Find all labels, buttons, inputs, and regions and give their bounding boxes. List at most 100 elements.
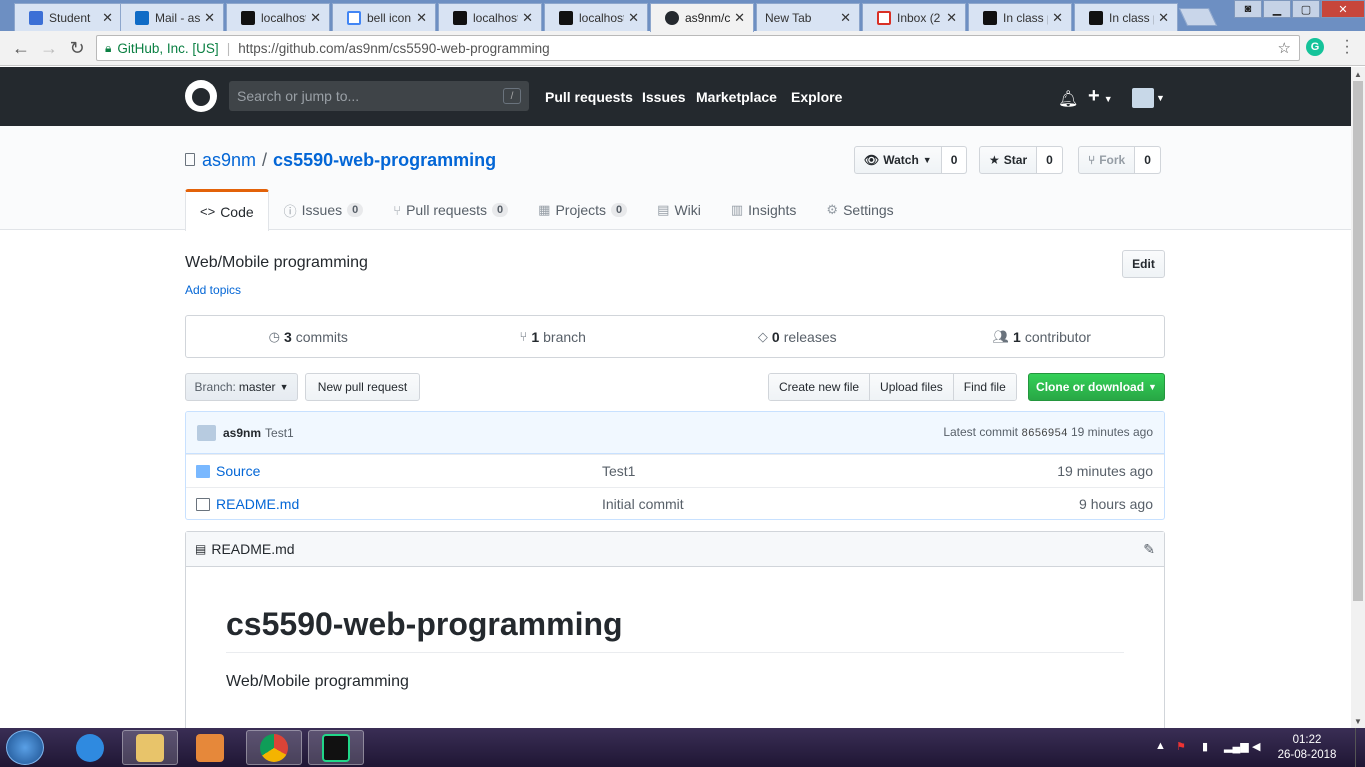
page-scrollbar[interactable]: ▲ ▼ (1351, 67, 1365, 728)
tab-projects[interactable]: ▦ Projects 0 (523, 189, 642, 230)
taskbar-webstorm[interactable] (308, 730, 364, 765)
commits-link[interactable]: ◷ 3 commits (186, 316, 431, 357)
branch-select-button[interactable]: Branch: master ▼ (185, 373, 298, 401)
taskbar-media-player[interactable] (182, 730, 238, 765)
browser-tab[interactable]: localhost ✕ (544, 3, 648, 31)
fork-count[interactable]: 0 (1135, 147, 1160, 173)
close-tab-icon[interactable]: ✕ (1052, 10, 1063, 26)
edit-description-button[interactable]: Edit (1122, 250, 1165, 278)
tab-wiki[interactable]: ▤ Wiki (642, 189, 716, 230)
address-bar[interactable]: 🔒︎ GitHub, Inc. [US] | https://github.co… (96, 35, 1300, 61)
commit-message[interactable]: Test1 (265, 426, 294, 440)
releases-link[interactable]: ◇ 0 releases (675, 316, 920, 357)
close-tab-icon[interactable]: ✕ (628, 10, 639, 26)
close-tab-icon[interactable]: ✕ (204, 10, 215, 26)
branches-link[interactable]: ⑂ 1 branch (431, 316, 676, 357)
search-input[interactable]: Search or jump to... / (229, 81, 529, 111)
nav-marketplace[interactable]: Marketplace (696, 89, 777, 105)
close-tab-icon[interactable]: ✕ (310, 10, 321, 26)
browser-tab[interactable]: New Tab ✕ (756, 3, 860, 31)
system-clock[interactable]: 01:22 26-08-2018 (1275, 733, 1339, 763)
close-tab-icon[interactable]: ✕ (946, 10, 957, 26)
close-window-button[interactable]: ✕ (1321, 0, 1365, 18)
tab-pull-requests[interactable]: ⑂ Pull requests 0 (378, 189, 523, 230)
commit-sha[interactable]: 8656954 (1021, 428, 1067, 440)
nav-explore[interactable]: Explore (791, 89, 842, 105)
network-warning-icon[interactable]: ⚑ (1176, 740, 1186, 753)
file-name-link[interactable]: README.md (216, 496, 299, 512)
star-count[interactable]: 0 (1037, 147, 1062, 173)
browser-tab[interactable]: Student ✕ (14, 3, 122, 31)
close-tab-icon[interactable]: ✕ (416, 10, 427, 26)
minimize-button[interactable]: ▁ (1263, 0, 1291, 18)
file-name-link[interactable]: Source (216, 463, 260, 479)
create-new-menu[interactable]: + ▼ (1088, 85, 1113, 108)
file-commit-message[interactable]: Initial commit (602, 496, 684, 512)
grammarly-extension-icon[interactable]: G (1306, 38, 1324, 56)
new-tab-button[interactable] (1178, 8, 1218, 26)
chrome-menu-icon[interactable]: · · · (1342, 33, 1352, 61)
show-desktop-button[interactable] (1355, 728, 1365, 767)
taskbar-chrome[interactable] (246, 730, 302, 765)
github-logo-icon[interactable] (185, 80, 217, 112)
fork-button[interactable]: ⑂ Fork (1079, 147, 1136, 173)
browser-tab[interactable]: Inbox (2 ✕ (862, 3, 966, 31)
close-tab-icon[interactable]: ✕ (1158, 10, 1169, 26)
find-file-button[interactable]: Find file (953, 374, 1016, 400)
watch-button[interactable]: 👁︎ Watch ▼ (855, 147, 942, 173)
reload-button[interactable]: ↻ (65, 37, 89, 59)
author-avatar[interactable] (197, 424, 216, 441)
volume-icon[interactable]: ◀ (1252, 740, 1260, 753)
show-hidden-icons[interactable]: ▲ (1155, 740, 1166, 752)
tab-code[interactable]: <> Code (185, 189, 269, 231)
file-commit-message[interactable]: Test1 (602, 463, 635, 479)
start-button[interactable] (6, 730, 44, 765)
browser-tab[interactable]: Mail - as ✕ (120, 3, 224, 31)
close-tab-icon[interactable]: ✕ (102, 10, 113, 26)
clone-or-download-button[interactable]: Clone or download ▼ (1028, 373, 1165, 401)
browser-tab[interactable]: localhost ✕ (438, 3, 542, 31)
repo-owner-link[interactable]: as9nm (202, 150, 256, 170)
nav-issues[interactable]: Issues (642, 89, 686, 105)
maximize-button[interactable]: ▢ (1292, 0, 1320, 18)
watch-count[interactable]: 0 (941, 147, 967, 173)
browser-tab-active[interactable]: as9nm/c ✕ (650, 3, 754, 32)
new-pull-request-button[interactable]: New pull request (305, 373, 420, 401)
browser-tab[interactable]: bell icon ✕ (332, 3, 436, 31)
add-topics-link[interactable]: Add topics (185, 283, 241, 297)
tab-settings[interactable]: ⚙ Settings (811, 189, 908, 230)
file-icon (196, 497, 210, 511)
upload-files-button[interactable]: Upload files (870, 374, 954, 400)
close-tab-icon[interactable]: ✕ (522, 10, 533, 26)
forward-button[interactable]: → (37, 37, 61, 59)
outlook-icon (135, 10, 149, 25)
user-avatar[interactable] (1132, 88, 1154, 108)
battery-icon[interactable]: ▮ (1202, 740, 1208, 753)
chevron-down-icon[interactable]: ▼ (1156, 93, 1165, 103)
contributors-link[interactable]: 👥︎ 1 contributor (920, 316, 1165, 357)
commit-author[interactable]: as9nm (223, 426, 261, 440)
browser-tab[interactable]: In class p✕ (968, 3, 1072, 31)
back-button[interactable]: ← (9, 37, 33, 59)
taskbar-internet-explorer[interactable] (62, 730, 118, 765)
browser-tab[interactable]: In class p✕ (1074, 3, 1178, 31)
browser-tab[interactable]: localhost ✕ (226, 3, 330, 31)
nav-pull-requests[interactable]: Pull requests (545, 89, 633, 105)
close-tab-icon[interactable]: ✕ (734, 10, 745, 26)
notifications-bell-icon[interactable]: 🔔︎ (1058, 89, 1078, 109)
book-icon: ▤ (195, 542, 207, 556)
tab-issues[interactable]: ⓘ Issues 0 (269, 189, 379, 230)
scroll-down-arrow-icon[interactable]: ▼ (1351, 714, 1365, 728)
signal-icon[interactable]: ▂▄▆ (1224, 740, 1249, 753)
repo-name-link[interactable]: cs5590-web-programming (273, 150, 496, 170)
pencil-icon[interactable]: ✎ (1143, 541, 1155, 558)
tab-insights[interactable]: ▥ Insights (716, 189, 812, 230)
taskbar-file-explorer[interactable] (122, 730, 178, 765)
create-new-file-button[interactable]: Create new file (769, 374, 871, 400)
star-button[interactable]: ★ Star (980, 147, 1038, 173)
scrollbar-thumb[interactable] (1353, 81, 1363, 601)
scroll-up-arrow-icon[interactable]: ▲ (1351, 67, 1365, 81)
close-tab-icon[interactable]: ✕ (840, 10, 851, 26)
user-icon[interactable]: ◙ (1234, 0, 1262, 18)
bookmark-star-icon[interactable]: ☆ (1278, 39, 1291, 57)
